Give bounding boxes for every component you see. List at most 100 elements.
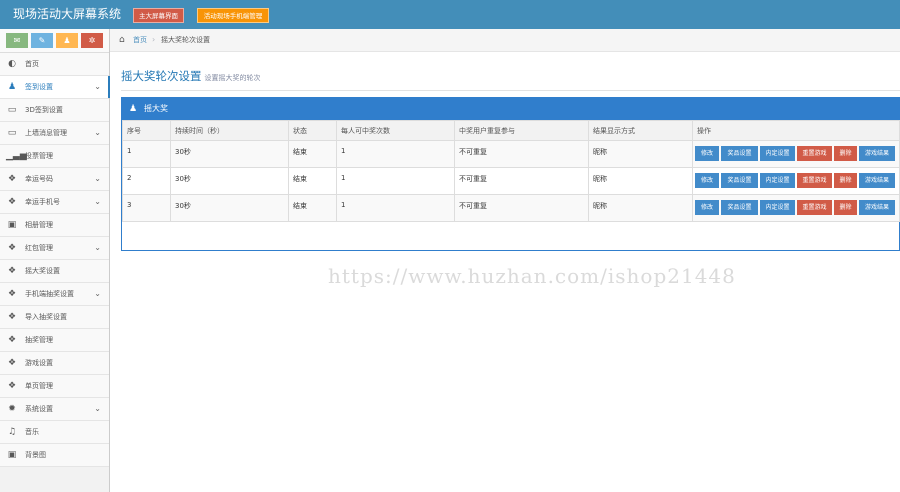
sidebar-item-label: 上墙消息管理	[25, 129, 67, 137]
cell-actions: 修改 奖品设置 内定设置 重置游戏 删除 游戏结果	[692, 194, 900, 222]
game-result-button[interactable]: 游戏结果	[859, 146, 895, 161]
delete-button[interactable]: 删除	[834, 173, 857, 188]
sidebar-item[interactable]: ❖ 导入抽奖设置	[0, 306, 109, 329]
sidebar-item[interactable]: ◐ 首页	[0, 53, 109, 76]
sidebar-item[interactable]: ❖ 单页管理	[0, 375, 109, 398]
sidebar-item-label: 投票管理	[25, 152, 53, 160]
game-result-button[interactable]: 游戏结果	[859, 173, 895, 188]
restart-game-button[interactable]: 重置游戏	[797, 200, 832, 215]
gift-icon: ❖	[7, 243, 17, 253]
chevron-down-icon[interactable]: ⌄	[94, 196, 101, 207]
sidebar-item[interactable]: ❖ 手机端抽奖设置 ⌄	[0, 283, 109, 306]
sidebar-item[interactable]: ❖ 抽奖管理	[0, 329, 109, 352]
preset-settings-button[interactable]: 内定设置	[760, 200, 795, 215]
picture-icon: ▣	[7, 220, 17, 230]
col-header-duration[interactable]: 持续时间（秒）	[170, 120, 289, 141]
signal-icon: ▁▃▅	[6, 151, 27, 161]
prize-settings-button[interactable]: 奖品设置	[721, 146, 758, 161]
top-navbar: 现场活动大屏幕系统 主大屏幕界面 活动现场手机端管理	[0, 0, 900, 29]
col-header-id[interactable]: 序号	[122, 120, 171, 141]
mobile-admin-button[interactable]: 活动现场手机端管理	[197, 8, 269, 23]
col-header-actions: 操作	[692, 120, 900, 141]
table-row: 3 30秒 结束 1 不可重复 昵称 修改 奖品设置 内定设置 重置游戏 删除 游戏结果	[122, 194, 900, 222]
chevron-down-icon[interactable]: ⌄	[94, 403, 101, 414]
chevron-down-icon[interactable]: ⌄	[94, 173, 101, 184]
col-header-display[interactable]: 结果显示方式	[588, 120, 693, 141]
sidebar-item[interactable]: ✹ 系统设置 ⌄	[0, 398, 109, 421]
breadcrumb-current: 摇大奖轮次设置	[161, 36, 210, 44]
edit-button[interactable]: 修改	[695, 200, 719, 215]
rounds-table: 序号 持续时间（秒） 状态 每人可中奖次数 中奖用户重复参与 结果显示方式 操作…	[122, 120, 900, 222]
cell-id: 1	[122, 140, 171, 168]
sidebar-item-label: 幸运号码	[25, 175, 53, 183]
sidebar-item[interactable]: ▣ 背景图	[0, 444, 109, 467]
sidebar-item-label: 音乐	[25, 428, 39, 436]
gift-icon: ❖	[7, 289, 17, 299]
game-result-button[interactable]: 游戏结果	[859, 200, 895, 215]
title-divider	[121, 90, 900, 91]
prize-settings-button[interactable]: 奖品设置	[721, 173, 758, 188]
col-header-status[interactable]: 状态	[288, 120, 337, 141]
sidebar-item-label: 摇大奖设置	[25, 267, 60, 275]
sidebar-item-label: 游戏设置	[25, 359, 53, 367]
rounds-widget: ♟ 摇大奖 序号 持续时间（秒） 状态 每人可中奖次数 中奖用户重复参与 结果显…	[121, 97, 900, 251]
gift-icon: ❖	[7, 358, 17, 368]
chevron-down-icon[interactable]: ⌄	[94, 288, 101, 299]
home-icon: ⌂	[119, 35, 125, 45]
prize-settings-button[interactable]: 奖品设置	[721, 200, 758, 215]
sidebar-item-label: 手机端抽奖设置	[25, 290, 74, 298]
sidebar-item[interactable]: ▭ 3D签到设置	[0, 99, 109, 122]
delete-button[interactable]: 删除	[834, 146, 857, 161]
desktop-icon: ▭	[7, 128, 17, 138]
gift-icon: ❖	[7, 266, 17, 276]
sidebar-item[interactable]: ▁▃▅ 投票管理	[0, 145, 109, 168]
sidebar-item[interactable]: ❖ 幸运号码 ⌄	[0, 168, 109, 191]
desktop-icon: ▭	[7, 105, 17, 115]
cogs-icon[interactable]: ✲	[81, 33, 103, 48]
edit-button[interactable]: 修改	[695, 146, 719, 161]
sidebar: ✉ ✎ ♟ ✲ ◐ 首页 ♟ 签到设置 ⌄ ▭ 3D签到设置 ▭ 上墙消息管理 ⌄ ▁▃▅ 投票管理 ❖…	[0, 29, 110, 492]
cell-status: 结束	[288, 194, 337, 222]
cell-repeat: 不可重复	[454, 140, 589, 168]
app-title[interactable]: 现场活动大屏幕系统	[13, 6, 121, 22]
sidebar-item[interactable]: ❖ 游戏设置	[0, 352, 109, 375]
widget-header: ♟ 摇大奖	[122, 98, 899, 120]
restart-game-button[interactable]: 重置游戏	[797, 173, 832, 188]
edit-button[interactable]: 修改	[695, 173, 719, 188]
sidebar-item[interactable]: ❖ 幸运手机号 ⌄	[0, 191, 109, 214]
sidebar-item-label: 背景图	[25, 451, 46, 459]
table-row: 2 30秒 结束 1 不可重复 昵称 修改 奖品设置 内定设置 重置游戏 删除 游戏结果	[122, 167, 900, 195]
chevron-down-icon[interactable]: ⌄	[94, 81, 101, 92]
sidebar-item[interactable]: ♟ 签到设置 ⌄	[0, 76, 110, 99]
pencil-icon[interactable]: ✎	[31, 33, 53, 48]
delete-button[interactable]: 删除	[834, 200, 857, 215]
col-header-repeat[interactable]: 中奖用户重复参与	[454, 120, 589, 141]
cell-display: 昵称	[588, 140, 693, 168]
chat-icon[interactable]: ✉	[6, 33, 28, 48]
restart-game-button[interactable]: 重置游戏	[797, 146, 832, 161]
sidebar-item-label: 系统设置	[25, 405, 53, 413]
sidebar-item[interactable]: ♫ 音乐	[0, 421, 109, 444]
cell-id: 2	[122, 167, 171, 195]
main-screen-button[interactable]: 主大屏幕界面	[133, 8, 184, 23]
gift-icon: ❖	[7, 381, 17, 391]
chevron-down-icon[interactable]: ⌄	[94, 127, 101, 138]
gift-icon: ❖	[7, 197, 17, 207]
cell-display: 昵称	[588, 167, 693, 195]
preset-settings-button[interactable]: 内定设置	[760, 173, 795, 188]
users-icon[interactable]: ♟	[56, 33, 78, 48]
sidebar-item[interactable]: ▭ 上墙消息管理 ⌄	[0, 122, 109, 145]
preset-settings-button[interactable]: 内定设置	[760, 146, 795, 161]
gift-icon: ❖	[7, 312, 17, 322]
breadcrumb-home-link[interactable]: 首页	[133, 36, 147, 45]
widget-title: 摇大奖	[144, 104, 168, 113]
col-header-wins[interactable]: 每人可中奖次数	[336, 120, 455, 141]
cell-id: 3	[122, 194, 171, 222]
sidebar-item[interactable]: ▣ 相册管理	[0, 214, 109, 237]
breadcrumb-separator: ›	[152, 35, 156, 44]
sidebar-item[interactable]: ❖ 红包管理 ⌄	[0, 237, 109, 260]
sidebar-item[interactable]: ❖ 摇大奖设置	[0, 260, 109, 283]
sidebar-item-label: 3D签到设置	[25, 106, 63, 114]
chevron-down-icon[interactable]: ⌄	[94, 242, 101, 253]
gift-icon: ❖	[7, 335, 17, 345]
